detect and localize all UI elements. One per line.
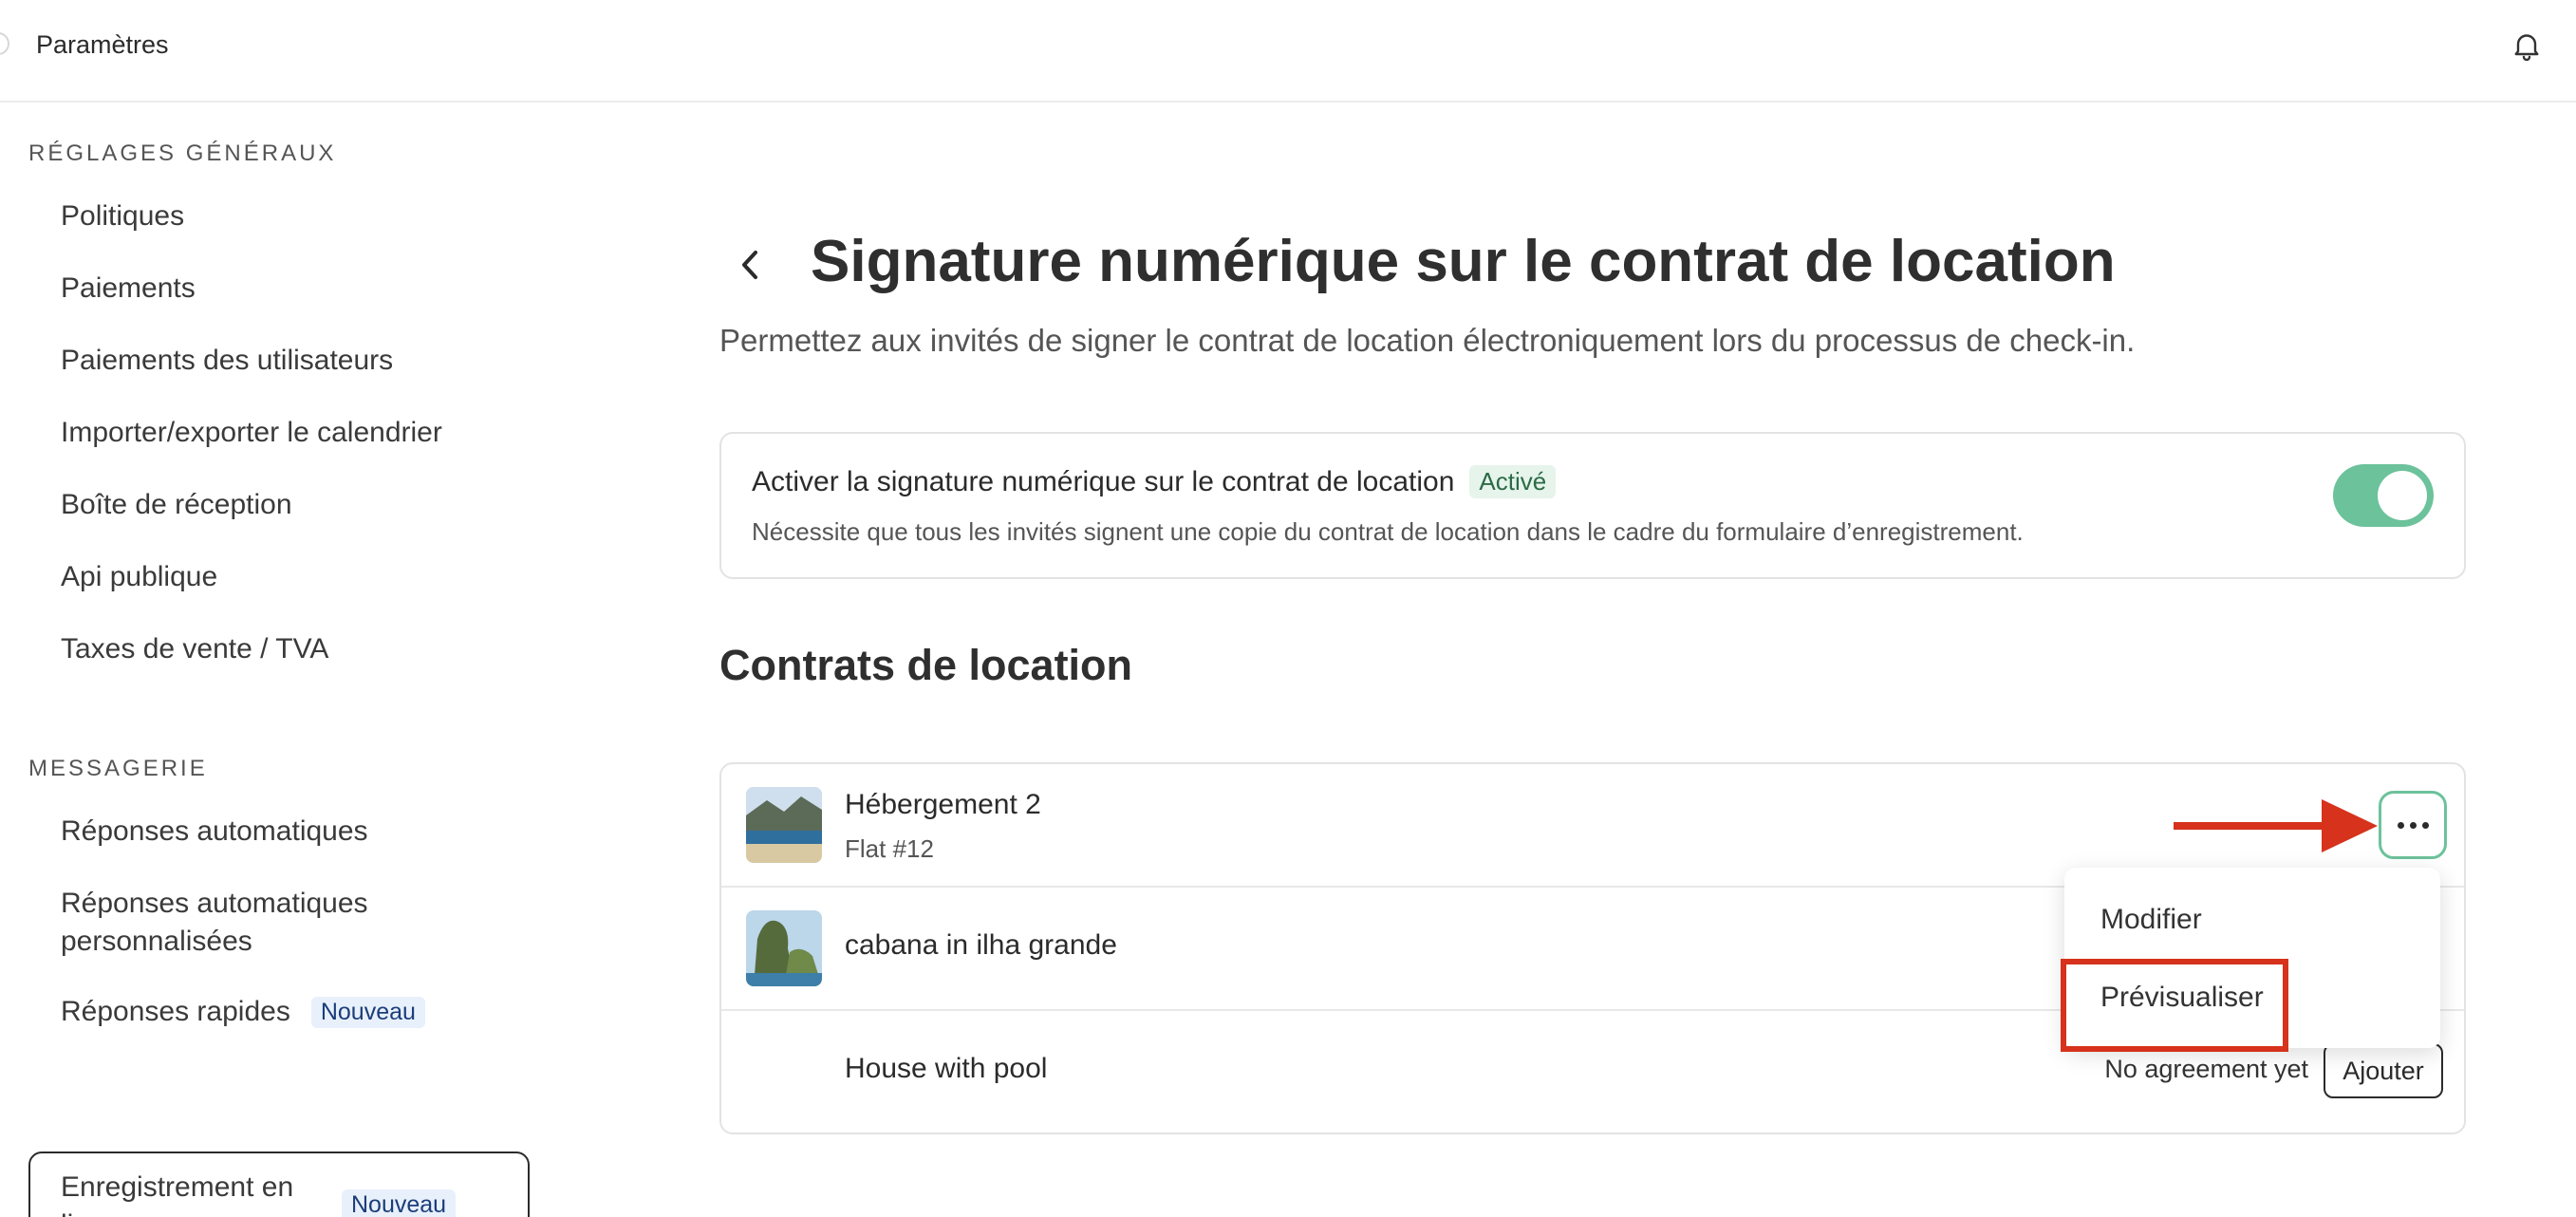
menu-item-edit[interactable]: Modifier	[2100, 904, 2202, 936]
digital-signature-card: Activer la signature numérique sur le co…	[719, 432, 2466, 579]
annotation-arrow-icon	[2174, 799, 2378, 852]
property-subtitle: Flat #12	[845, 834, 934, 863]
back-chevron-icon[interactable]	[738, 249, 763, 281]
sidebar-item-label: Réponses rapides	[61, 996, 290, 1027]
app-title: Paramètres	[36, 30, 169, 59]
more-dots-icon	[2397, 821, 2404, 829]
sidebar: RÉGLAGES GÉNÉRAUX Politiques Paiements P…	[0, 103, 569, 1217]
property-title: cabana in ilha grande	[845, 929, 1117, 961]
sidebar-item-label-line2: ligne	[61, 1207, 293, 1217]
toggle-label: Activer la signature numérique sur le co…	[752, 465, 1455, 497]
sidebar-item-auto-replies[interactable]: Réponses automatiques	[61, 813, 368, 851]
sidebar-item-calendar-sync[interactable]: Importer/exporter le calendrier	[61, 414, 442, 452]
status-badge: Activé	[1469, 465, 1557, 498]
sidebar-item-inbox[interactable]: Boîte de réception	[61, 486, 292, 524]
agreement-status: No agreement yet	[2104, 1055, 2308, 1083]
toggle-label-row: Activer la signature numérique sur le co…	[752, 465, 1557, 498]
page-subtitle: Permettez aux invités de signer le contr…	[719, 323, 2136, 358]
top-bar: Paramètres	[0, 0, 2576, 103]
digital-signature-toggle[interactable]	[2333, 464, 2434, 527]
sidebar-item-quick-replies[interactable]: Réponses rapides Nouveau	[61, 993, 425, 1031]
toggle-knob	[2378, 471, 2427, 520]
sidebar-item-payments[interactable]: Paiements	[61, 270, 196, 308]
sidebar-item-user-payments[interactable]: Paiements des utilisateurs	[61, 342, 393, 380]
property-thumbnail	[746, 787, 822, 863]
sidebar-item-label-line2: personnalisées	[61, 926, 252, 957]
more-options-button[interactable]	[2379, 791, 2447, 859]
page-title: Signature numérique sur le contrat de lo…	[811, 229, 2116, 294]
annotation-highlight	[2061, 959, 2288, 1052]
section-title-messaging: MESSAGERIE	[28, 756, 208, 781]
contracts-heading: Contrats de location	[719, 641, 1133, 689]
sidebar-item-label: Enregistrement en	[61, 1171, 294, 1203]
bell-icon[interactable]	[2510, 28, 2544, 63]
new-badge: Nouveau	[342, 1189, 457, 1217]
new-badge: Nouveau	[310, 996, 425, 1028]
back-circle-icon[interactable]	[0, 32, 9, 55]
section-title-general: RÉGLAGES GÉNÉRAUX	[28, 140, 337, 166]
add-agreement-button[interactable]: Ajouter	[2324, 1043, 2443, 1098]
property-thumbnail	[746, 910, 822, 986]
sidebar-item-public-api[interactable]: Api publique	[61, 558, 217, 596]
toggle-description: Nécessite que tous les invités signent u…	[752, 517, 2024, 546]
sidebar-item-label: Réponses automatiques	[61, 888, 368, 919]
sidebar-item-policies[interactable]: Politiques	[61, 197, 184, 235]
property-title: Hébergement 2	[845, 789, 1041, 820]
sidebar-item-online-checkin[interactable]: Enregistrement en ligne Nouveau	[28, 1151, 530, 1217]
sidebar-item-custom-auto-replies[interactable]: Réponses automatiques personnalisées	[61, 885, 368, 961]
sidebar-item-taxes[interactable]: Taxes de vente / TVA	[61, 630, 328, 668]
property-title: House with pool	[845, 1053, 1048, 1084]
